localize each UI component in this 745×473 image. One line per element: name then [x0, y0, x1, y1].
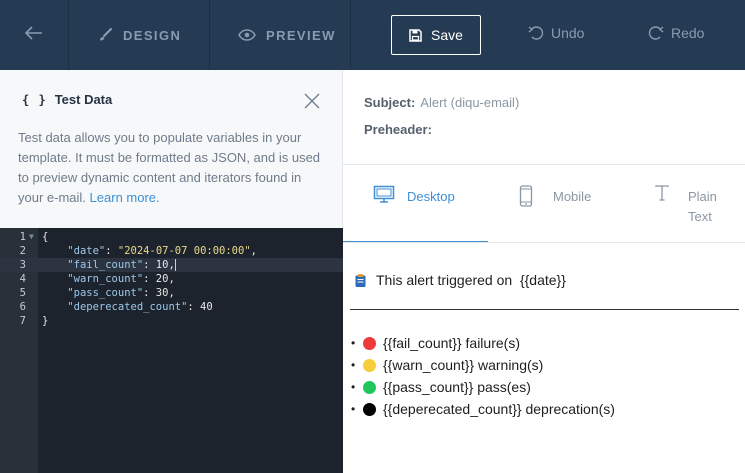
code-line: 5 "pass_count": 30, — [0, 286, 343, 300]
subject-value: Alert (diqu-email) — [420, 95, 520, 110]
tab-preview[interactable]: PREVIEW — [210, 0, 351, 70]
code-text: "pass_count": 30, — [67, 287, 175, 299]
description-text: Test data allows you to populate variabl… — [18, 130, 321, 205]
line-number: 3 — [19, 259, 26, 271]
save-button[interactable]: Save — [391, 15, 481, 55]
list-item-text: {{deperecated_count}} deprecation(s) — [383, 401, 615, 417]
back-button[interactable] — [0, 0, 69, 70]
redo-label: Redo — [671, 25, 705, 41]
clipboard-icon — [354, 273, 367, 288]
code-line: 6 "deperecated_count": 40 — [0, 300, 343, 314]
line-number: 1 — [19, 231, 26, 243]
preview-tabs: Desktop Mobile Plain Text — [343, 165, 745, 243]
line-number: 2 — [19, 245, 26, 257]
top-toolbar: DESIGN PREVIEW Save Undo Redo — [0, 0, 745, 70]
list-item: • {{deperecated_count}} deprecation(s) — [351, 398, 615, 420]
close-button[interactable] — [303, 92, 321, 110]
tab-design-label: DESIGN — [123, 27, 182, 43]
tab-desktop[interactable]: Desktop — [343, 165, 488, 243]
redo-icon — [647, 24, 665, 42]
desktop-icon — [373, 185, 395, 241]
list-item: • {{pass_count}} pass(es) — [351, 376, 615, 398]
line-number: 5 — [19, 287, 26, 299]
test-data-description: Test data allows you to populate variabl… — [18, 128, 323, 208]
line-number: 7 — [19, 315, 26, 327]
tab-design[interactable]: DESIGN — [69, 0, 210, 70]
undo-icon — [527, 24, 545, 42]
list-item-text: {{warn_count}} warning(s) — [383, 357, 544, 373]
code-text: "warn_count": 20, — [67, 273, 175, 285]
list-item: • {{fail_count}} failure(s) — [351, 332, 615, 354]
redo-button[interactable]: Redo — [647, 24, 704, 42]
line-number: 4 — [19, 273, 26, 285]
eye-icon — [238, 29, 256, 41]
black-circle-icon — [363, 402, 376, 416]
bullet-icon: • — [351, 336, 356, 350]
arrow-left-icon — [24, 25, 43, 45]
status-list: • {{fail_count}} failure(s) • {{warn_cou… — [351, 332, 615, 420]
tab-preview-label: PREVIEW — [266, 27, 336, 43]
tab-plain-text-label: Plain Text — [688, 189, 717, 224]
fold-arrow-icon[interactable]: ▼ — [29, 230, 34, 244]
code-line: 3 "fail_count": 10, — [0, 258, 343, 272]
alert-line: This alert triggered on {{date}} — [354, 272, 566, 288]
test-data-title: Test Data — [54, 92, 113, 107]
line-number: 6 — [19, 301, 26, 313]
code-text: } — [42, 315, 49, 327]
yellow-circle-icon — [363, 358, 376, 372]
braces-icon: { } — [22, 92, 47, 107]
bullet-icon: • — [351, 358, 356, 372]
preheader-row: Preheader: — [364, 122, 437, 137]
test-data-header: { } Test Data — [22, 92, 112, 107]
undo-button[interactable]: Undo — [527, 24, 584, 42]
learn-more-link[interactable]: Learn more. — [90, 190, 160, 205]
undo-label: Undo — [551, 25, 585, 41]
code-line: 7} — [0, 314, 343, 328]
save-label: Save — [431, 27, 463, 43]
tab-mobile[interactable]: Mobile — [519, 165, 619, 243]
bullet-icon: • — [351, 402, 356, 416]
code-line: 4 "warn_count": 20, — [0, 272, 343, 286]
divider — [343, 242, 745, 243]
green-circle-icon — [363, 380, 376, 394]
tab-desktop-label: Desktop — [407, 189, 455, 204]
subject-label: Subject: — [364, 95, 416, 110]
floppy-disk-icon — [409, 28, 422, 42]
close-icon — [304, 93, 320, 109]
code-text: "fail_count": 10, — [67, 259, 176, 271]
red-circle-icon — [363, 336, 376, 350]
tab-plain-text[interactable]: Plain Text — [655, 165, 745, 243]
code-text: "date": "2024-07-07 00:00:00", — [67, 245, 257, 257]
list-item-text: {{pass_count}} pass(es) — [383, 379, 531, 395]
preview-panel: Subject: Alert (diqu-email) Preheader: De… — [343, 70, 745, 473]
code-line: 1 ▼ { — [0, 230, 343, 244]
list-item-text: {{fail_count}} failure(s) — [383, 335, 520, 351]
tab-mobile-label: Mobile — [553, 189, 592, 204]
code-text: "deperecated_count": 40 — [67, 301, 213, 313]
horizontal-rule — [350, 309, 739, 310]
preheader-label: Preheader: — [364, 122, 432, 137]
subject-row: Subject: Alert (diqu-email) — [364, 95, 519, 110]
json-editor[interactable]: 1 ▼{2 "date": "2024-07-07 00:00:00", 3 "fa… — [0, 228, 343, 473]
list-item: • {{warn_count}} warning(s) — [351, 354, 615, 376]
alert-text: This alert triggered on {{date}} — [376, 272, 566, 288]
code-text: { — [42, 231, 49, 243]
mobile-phone-icon — [519, 185, 533, 243]
code-line: 2 "date": "2024-07-07 00:00:00", — [0, 244, 343, 258]
brush-icon — [97, 27, 113, 43]
bullet-icon: • — [351, 380, 356, 394]
text-t-icon — [655, 185, 669, 243]
